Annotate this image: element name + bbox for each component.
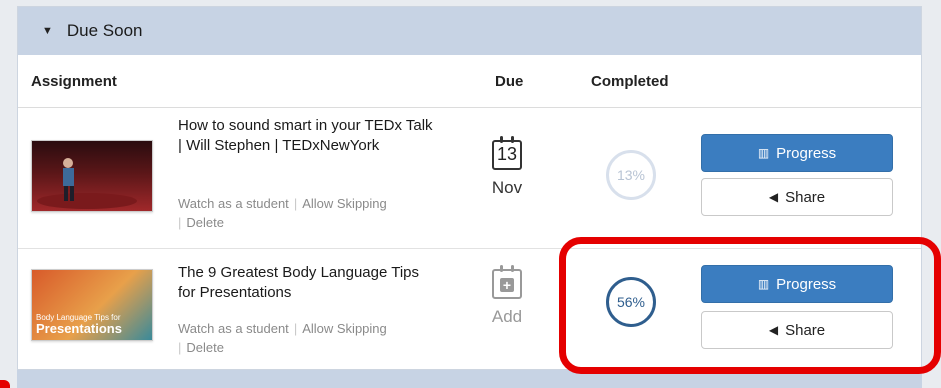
calendar-icon: 13	[492, 136, 522, 170]
bar-chart-icon: ▥	[757, 146, 770, 160]
column-headers: Assignment Due Completed	[18, 55, 921, 108]
column-due: Due	[495, 73, 524, 90]
progress-button[interactable]: ▥ Progress	[701, 134, 893, 172]
share-button[interactable]: ◀ Share	[701, 178, 893, 216]
annotation-fragment	[0, 380, 10, 388]
delete-link[interactable]: Delete	[186, 215, 224, 230]
share-icon: ◀	[768, 190, 779, 204]
thumbnail-caption: Body Language Tips for Presentations	[36, 313, 122, 336]
calendar-add-icon: +	[492, 265, 522, 299]
add-label: Add	[491, 307, 523, 326]
video-thumbnail[interactable]: Body Language Tips for Presentations	[31, 269, 153, 341]
assignment-actions: Watch as a student | Allow Skipping | Delet…	[178, 321, 387, 355]
assignment-title[interactable]: The 9 Greatest Body Language Tips for Pr…	[178, 263, 438, 303]
column-assignment: Assignment	[31, 73, 117, 90]
completion-ring: 13%	[606, 150, 656, 200]
caret-down-icon[interactable]: ▼	[42, 25, 53, 37]
assignment-title[interactable]: How to sound smart in your TEDx Talk | W…	[178, 116, 438, 156]
due-soon-header[interactable]: ▼ Due Soon	[18, 7, 921, 55]
delete-link[interactable]: Delete	[186, 340, 224, 355]
watch-as-student-link[interactable]: Watch as a student	[178, 321, 289, 336]
speaker-figure	[37, 158, 137, 209]
assignment-actions: Watch as a student | Allow Skipping | Delet…	[178, 196, 387, 230]
due-month: Nov	[491, 178, 523, 197]
allow-skipping-link[interactable]: Allow Skipping	[302, 196, 387, 211]
section-title: Due Soon	[66, 21, 143, 40]
add-due-date[interactable]: + Add	[482, 265, 532, 327]
video-thumbnail[interactable]	[31, 140, 153, 212]
column-completed: Completed	[591, 73, 669, 90]
allow-skipping-link[interactable]: Allow Skipping	[302, 321, 387, 336]
due-date[interactable]: 13 Nov	[482, 136, 532, 198]
highlight-annotation	[559, 237, 941, 374]
watch-as-student-link[interactable]: Watch as a student	[178, 196, 289, 211]
table-row: How to sound smart in your TEDx Talk | W…	[18, 108, 921, 249]
